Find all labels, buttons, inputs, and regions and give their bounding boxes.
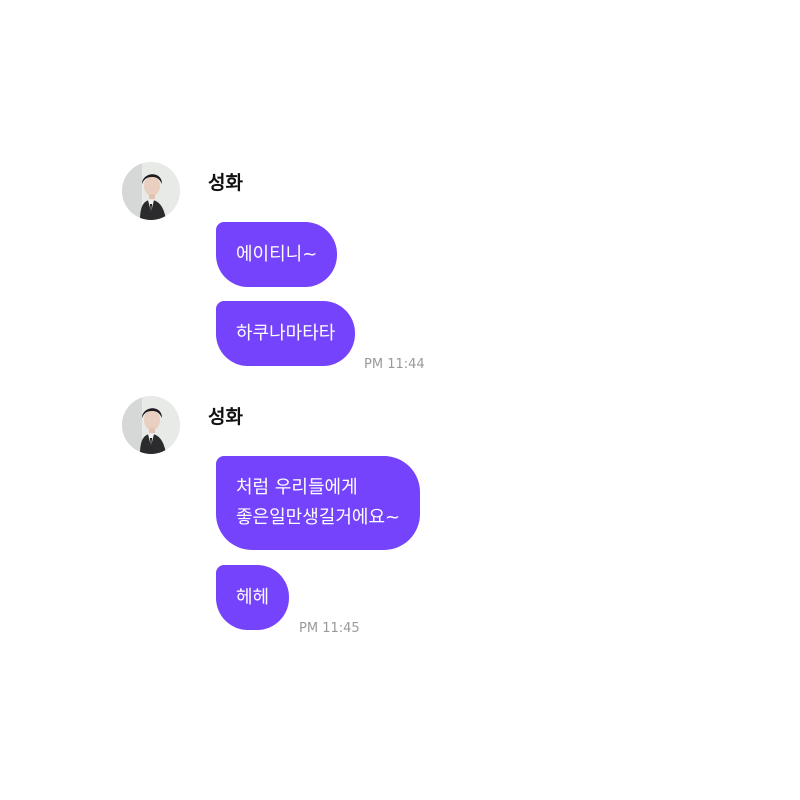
message-timestamp: PM 11:44 (364, 357, 425, 372)
message-bubble[interactable]: 에이티니~ (216, 222, 338, 287)
message-bubble[interactable]: 하쿠나마타타 (216, 301, 356, 366)
profile-photo-icon (122, 162, 180, 220)
sender-name: 성화 (208, 172, 243, 194)
avatar[interactable] (122, 162, 180, 220)
message-bubble[interactable]: 헤헤 (216, 565, 290, 630)
message-bubble[interactable]: 처럼 우리들에게 좋은일만생길거에요~ (216, 456, 421, 550)
profile-photo-icon (122, 396, 180, 454)
message-text-line: 처럼 우리들에게 (236, 477, 358, 498)
chat-view: 성화 에이티니~ 하쿠나마타타 PM 11:44 성화 처럼 우리들에게 좋은일… (0, 0, 800, 800)
avatar[interactable] (122, 396, 180, 454)
message-text-line: 좋은일만생길거에요~ (236, 507, 401, 528)
message-timestamp: PM 11:45 (299, 621, 360, 636)
sender-name: 성화 (208, 406, 243, 428)
message-text: 하쿠나마타타 (236, 323, 336, 344)
message-text: 에이티니~ (236, 244, 318, 265)
message-text: 헤헤 (236, 587, 270, 608)
